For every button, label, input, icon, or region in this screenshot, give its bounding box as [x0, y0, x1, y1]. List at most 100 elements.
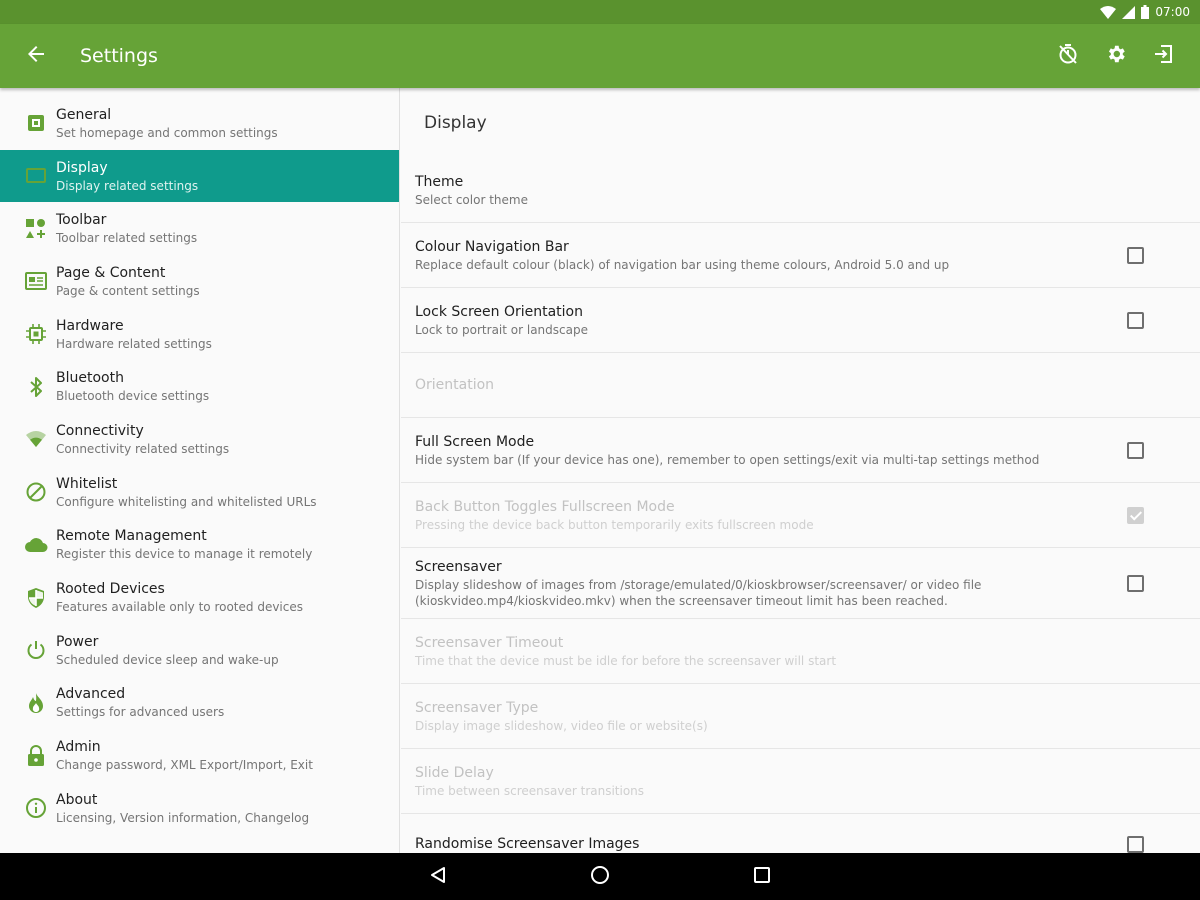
arrow-back-icon: [27, 45, 45, 67]
app-bar-actions: [1044, 32, 1188, 80]
gear-icon: [1105, 43, 1127, 69]
power-icon: [24, 638, 48, 662]
pref-title: Screensaver: [415, 559, 502, 575]
pref-full-screen-mode[interactable]: Full Screen Mode Hide system bar (If your…: [401, 418, 1200, 483]
pref-title: Theme: [415, 174, 464, 190]
sidebar-item-general[interactable]: General Set homepage and common settings: [0, 97, 399, 150]
section-header: Display: [424, 113, 487, 133]
sidebar-item-text: Advanced Settings for advanced users: [56, 685, 224, 720]
pref-title: Colour Navigation Bar: [415, 239, 569, 255]
sidebar-item-about[interactable]: About Licensing, Version information, Cha…: [0, 782, 399, 835]
sidebar-item-connectivity[interactable]: Connectivity Connectivity related setting…: [0, 413, 399, 466]
display-settings-panel: Display Theme Select color theme Colour Na…: [401, 88, 1200, 853]
nav-home-button[interactable]: [578, 855, 622, 899]
sidebar-item-page-content[interactable]: Page & Content Page & content settings: [0, 255, 399, 308]
pref-title: Back Button Toggles Fullscreen Mode: [415, 499, 675, 515]
sidebar-item-title: Display: [56, 159, 108, 176]
sidebar-item-subtitle: Licensing, Version information, Changelo…: [56, 810, 310, 825]
sidebar-item-text: Page & Content Page & content settings: [56, 264, 200, 299]
connectivity-icon: [24, 427, 48, 451]
pref-checkbox[interactable]: [1127, 575, 1144, 592]
sidebar-item-subtitle: Set homepage and common settings: [56, 125, 278, 140]
sidebar-item-whitelist[interactable]: Whitelist Configure whitelisting and whit…: [0, 466, 399, 519]
pref-subtitle: Hide system bar (If your device has one)…: [415, 453, 1040, 467]
pref-theme[interactable]: Theme Select color theme: [401, 158, 1200, 223]
sidebar-item-title: About: [56, 791, 98, 808]
pref-subtitle: Replace default colour (black) of naviga…: [415, 258, 950, 272]
whitelist-icon: [24, 480, 48, 504]
sidebar-item-rooted-devices[interactable]: Rooted Devices Features available only to…: [0, 571, 399, 624]
sidebar-item-subtitle: Toolbar related settings: [56, 231, 198, 246]
sidebar-item-title: Bluetooth: [56, 370, 124, 387]
back-button[interactable]: [0, 24, 72, 88]
display-icon: [24, 164, 48, 188]
pref-checkbox[interactable]: [1127, 247, 1144, 264]
battery-icon: [1141, 5, 1150, 19]
sidebar-item-hardware[interactable]: Hardware Hardware related settings: [0, 308, 399, 361]
nav-back-button[interactable]: [416, 855, 460, 899]
hardware-icon: [24, 322, 48, 346]
sidebar-item-title: Admin: [56, 739, 101, 756]
pref-subtitle: Select color theme: [415, 193, 528, 207]
pref-checkbox[interactable]: [1127, 835, 1144, 853]
home-circle-icon: [590, 865, 610, 889]
sidebar-item-advanced[interactable]: Advanced Settings for advanced users: [0, 677, 399, 730]
sidebar-item-title: Page & Content: [56, 264, 166, 281]
sidebar-item-subtitle: Hardware related settings: [56, 336, 212, 351]
pref-colour-navigation-bar[interactable]: Colour Navigation Bar Replace default col…: [401, 223, 1200, 288]
pref-checkbox[interactable]: [1127, 312, 1144, 329]
sidebar-item-subtitle: Register this device to manage it remote…: [56, 547, 313, 562]
pref-randomise-screensaver-images[interactable]: Randomise Screensaver Images: [401, 814, 1200, 853]
pref-screensaver[interactable]: Screensaver Display slideshow of images f…: [401, 548, 1200, 619]
sidebar-item-remote-management[interactable]: Remote Management Register this device to…: [0, 519, 399, 572]
pref-title: Slide Delay: [415, 765, 494, 781]
exit-icon: [1153, 43, 1175, 69]
timer-off-icon: [1057, 43, 1079, 69]
sidebar-item-subtitle: Page & content settings: [56, 283, 200, 298]
recents-square-icon: [753, 866, 771, 888]
sidebar-item-title: Hardware: [56, 317, 124, 334]
settings-button[interactable]: [1092, 32, 1140, 80]
pref-slide-delay: Slide Delay Time between screensaver tran…: [401, 749, 1200, 814]
sidebar-item-title: General: [56, 106, 112, 123]
status-bar: 07:00: [0, 0, 1200, 24]
shield-icon: [24, 586, 48, 610]
pref-subtitle: Time that the device must be idle for be…: [415, 654, 837, 668]
sidebar-item-admin[interactable]: Admin Change password, XML Export/Import,…: [0, 729, 399, 782]
sidebar-item-subtitle: Display related settings: [56, 178, 199, 193]
back-triangle-icon: [429, 866, 447, 888]
sidebar-item-bluetooth[interactable]: Bluetooth Bluetooth device settings: [0, 360, 399, 413]
sidebar-item-text: Bluetooth Bluetooth device settings: [56, 369, 209, 404]
page-content-icon: [24, 269, 48, 293]
sidebar-item-title: Connectivity: [56, 422, 144, 439]
sidebar-item-title: Toolbar: [56, 212, 107, 229]
system-navigation-bar: [0, 853, 1200, 900]
bluetooth-icon: [24, 375, 48, 399]
pref-subtitle: Pressing the device back button temporar…: [415, 518, 814, 532]
timer-off-button[interactable]: [1044, 32, 1092, 80]
sidebar-item-display[interactable]: Display Display related settings: [0, 149, 399, 203]
wifi-icon: [1100, 5, 1117, 19]
sidebar-item-title: Whitelist: [56, 475, 118, 492]
sidebar-item-toolbar[interactable]: Toolbar Toolbar related settings: [0, 202, 399, 255]
pref-title: Orientation: [415, 377, 495, 393]
pref-subtitle: Display image slideshow, video file or w…: [415, 719, 708, 733]
sidebar-item-text: Connectivity Connectivity related setting…: [56, 422, 229, 457]
sidebar-item-text: Remote Management Register this device to…: [56, 527, 312, 562]
exit-button[interactable]: [1140, 32, 1188, 80]
nav-recents-button[interactable]: [740, 855, 784, 899]
preference-list: Theme Select color theme Colour Navigation…: [401, 158, 1200, 853]
sidebar-item-subtitle: Bluetooth device settings: [56, 389, 210, 404]
sidebar-item-text: Rooted Devices Features available only to…: [56, 580, 303, 615]
lock-icon: [24, 744, 48, 768]
sidebar-item-text: Display Display related settings: [56, 159, 198, 194]
sidebar-item-power[interactable]: Power Scheduled device sleep and wake-up: [0, 624, 399, 677]
sidebar-item-subtitle: Change password, XML Export/Import, Exit: [56, 758, 313, 773]
pref-lock-screen-orientation[interactable]: Lock Screen Orientation Lock to portrait …: [401, 288, 1200, 353]
pref-title: Lock Screen Orientation: [415, 304, 583, 320]
signal-icon: [1122, 5, 1136, 19]
settings-categories: General Set homepage and common settings D…: [0, 88, 400, 853]
sidebar-item-text: Power Scheduled device sleep and wake-up: [56, 633, 279, 668]
pref-checkbox[interactable]: [1127, 442, 1144, 459]
toolbar-icon: [24, 217, 48, 241]
